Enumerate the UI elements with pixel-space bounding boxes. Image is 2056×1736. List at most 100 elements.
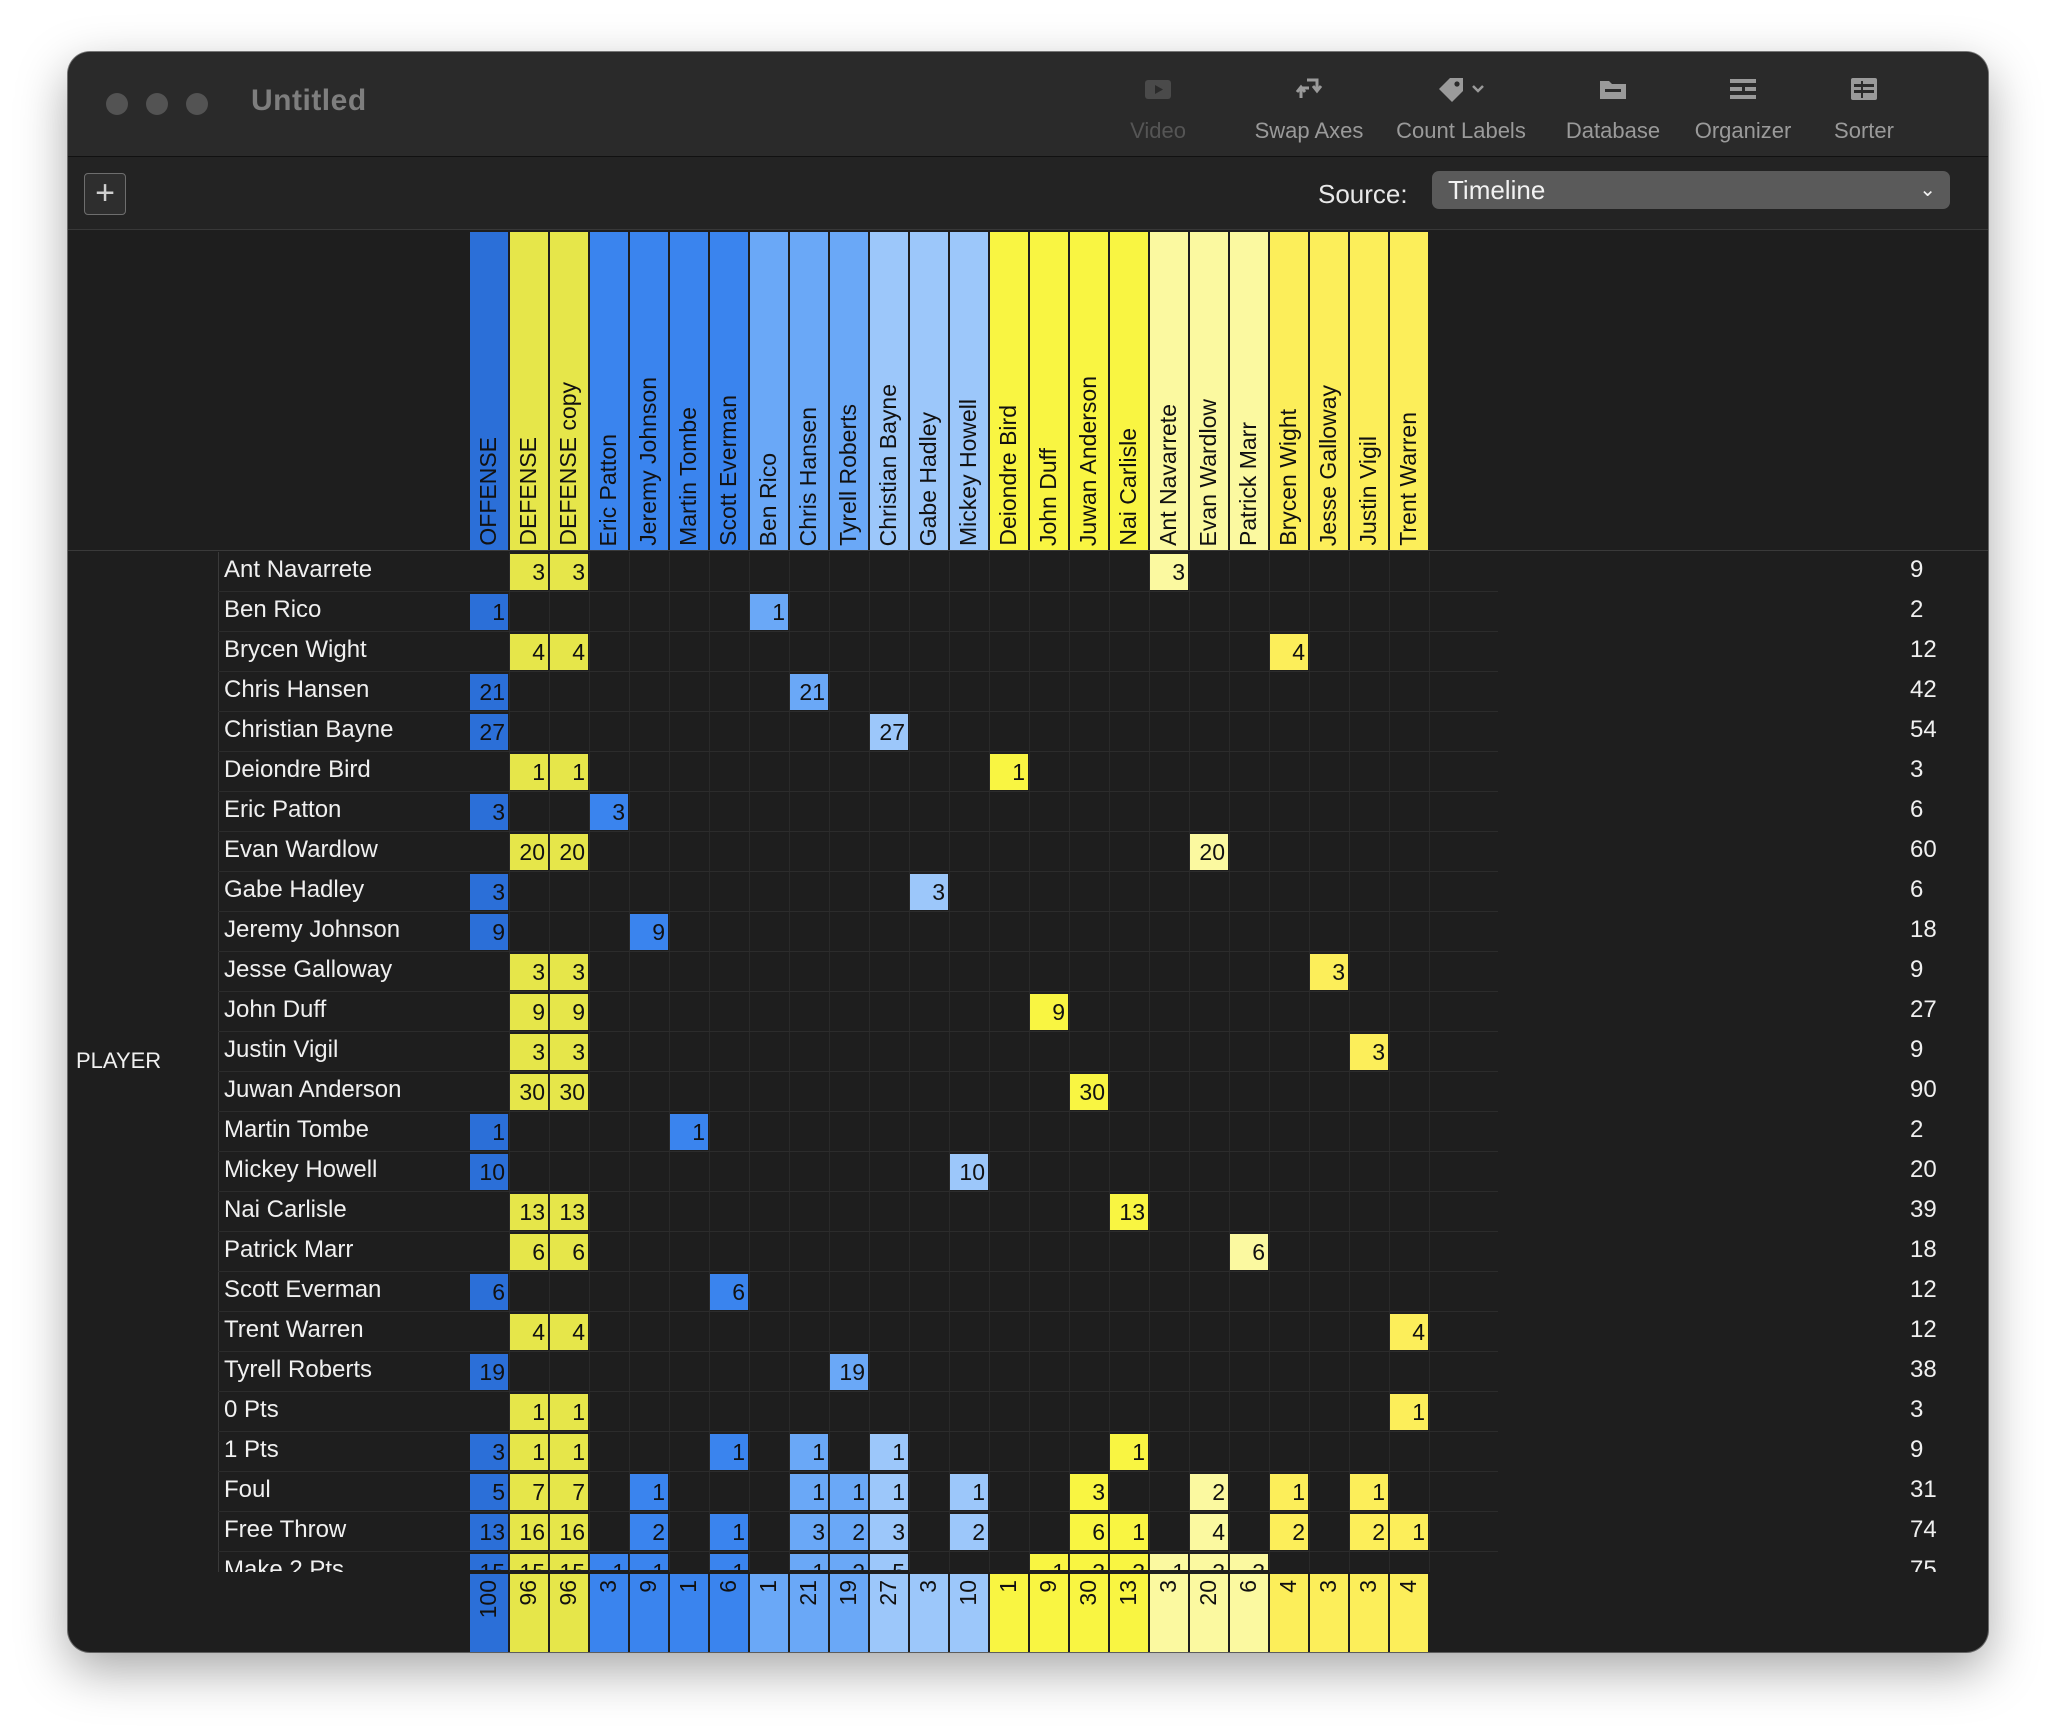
matrix-cell[interactable]: 21 bbox=[470, 674, 508, 710]
column-header-brycen-wight[interactable]: Brycen Wight bbox=[1270, 232, 1308, 550]
matrix-cell[interactable]: 1 bbox=[790, 1554, 828, 1570]
swap-axes-button[interactable]: Swap Axes bbox=[1234, 74, 1384, 144]
column-header-evan-wardlow[interactable]: Evan Wardlow bbox=[1190, 232, 1228, 550]
matrix-cell[interactable]: 13 bbox=[510, 1194, 548, 1230]
matrix-cell[interactable]: 6 bbox=[550, 1234, 588, 1270]
column-header-deiondre-bird[interactable]: Deiondre Bird bbox=[990, 232, 1028, 550]
matrix-cell[interactable]: 5 bbox=[470, 1474, 508, 1510]
row-label[interactable]: Jeremy Johnson bbox=[224, 916, 400, 944]
matrix-cell[interactable]: 1 bbox=[870, 1434, 908, 1470]
matrix-cell[interactable]: 1 bbox=[550, 1394, 588, 1430]
matrix-cell[interactable]: 3 bbox=[550, 554, 588, 590]
row-label[interactable]: 0 Pts bbox=[224, 1396, 279, 1424]
matrix-cell[interactable]: 7 bbox=[510, 1474, 548, 1510]
matrix-cell[interactable]: 4 bbox=[1270, 634, 1308, 670]
matrix-cell[interactable]: 6 bbox=[510, 1234, 548, 1270]
matrix-cell[interactable]: 3 bbox=[1110, 1554, 1148, 1570]
matrix-cell[interactable]: 2 bbox=[1270, 1514, 1308, 1550]
row-label[interactable]: Jesse Galloway bbox=[224, 956, 392, 984]
matrix-cell[interactable]: 3 bbox=[1070, 1554, 1108, 1570]
column-header-christian-bayne[interactable]: Christian Bayne bbox=[870, 232, 908, 550]
source-select[interactable]: Timeline ⌄ bbox=[1432, 171, 1950, 209]
matrix-cell[interactable]: 7 bbox=[550, 1474, 588, 1510]
matrix-cell[interactable]: 1 bbox=[710, 1434, 748, 1470]
matrix-cell[interactable]: 3 bbox=[910, 874, 948, 910]
matrix-cell[interactable]: 1 bbox=[550, 754, 588, 790]
column-header-defense[interactable]: DEFENSE bbox=[510, 232, 548, 550]
matrix-cell[interactable]: 20 bbox=[550, 834, 588, 870]
row-label[interactable]: Ant Navarrete bbox=[224, 556, 372, 584]
matrix-cell[interactable]: 13 bbox=[1110, 1194, 1148, 1230]
matrix-cell[interactable]: 2 bbox=[830, 1554, 868, 1570]
row-label[interactable]: Scott Everman bbox=[224, 1276, 381, 1304]
matrix-cell[interactable]: 1 bbox=[510, 1394, 548, 1430]
row-label[interactable]: Evan Wardlow bbox=[224, 836, 378, 864]
matrix-cell[interactable]: 1 bbox=[790, 1474, 828, 1510]
matrix-cell[interactable]: 3 bbox=[1070, 1474, 1108, 1510]
matrix-cell[interactable]: 1 bbox=[1390, 1394, 1428, 1430]
matrix-cell[interactable]: 19 bbox=[830, 1354, 868, 1390]
matrix-cell[interactable]: 9 bbox=[630, 914, 668, 950]
row-label[interactable]: Free Throw bbox=[224, 1516, 346, 1544]
column-header-eric-patton[interactable]: Eric Patton bbox=[590, 232, 628, 550]
row-label[interactable]: Nai Carlisle bbox=[224, 1196, 347, 1224]
matrix-cell[interactable]: 1 bbox=[1350, 1474, 1388, 1510]
matrix-cell[interactable]: 3 bbox=[1190, 1554, 1228, 1570]
matrix-cell[interactable]: 5 bbox=[870, 1554, 908, 1570]
column-header-juwan-anderson[interactable]: Juwan Anderson bbox=[1070, 232, 1108, 550]
matrix-cell[interactable]: 16 bbox=[550, 1514, 588, 1550]
matrix-cell[interactable]: 3 bbox=[550, 1034, 588, 1070]
matrix-cell[interactable]: 27 bbox=[470, 714, 508, 750]
sorter-button[interactable]: Sorter bbox=[1789, 74, 1939, 144]
row-label[interactable]: Justin Vigil bbox=[224, 1036, 338, 1064]
row-label[interactable]: Christian Bayne bbox=[224, 716, 393, 744]
matrix-cell[interactable]: 4 bbox=[1390, 1314, 1428, 1350]
column-header-martin-tombe[interactable]: Martin Tombe bbox=[670, 232, 708, 550]
matrix-cell[interactable]: 3 bbox=[470, 1434, 508, 1470]
matrix-cell[interactable]: 3 bbox=[1150, 554, 1188, 590]
column-header-chris-hansen[interactable]: Chris Hansen bbox=[790, 232, 828, 550]
row-label[interactable]: Ben Rico bbox=[224, 596, 321, 624]
matrix-cell[interactable]: 1 bbox=[1030, 1554, 1068, 1570]
column-header-trent-warren[interactable]: Trent Warren bbox=[1390, 232, 1428, 550]
row-label[interactable]: Foul bbox=[224, 1476, 271, 1504]
matrix-cell[interactable]: 30 bbox=[550, 1074, 588, 1110]
column-header-jeremy-johnson[interactable]: Jeremy Johnson bbox=[630, 232, 668, 550]
matrix-cell[interactable]: 10 bbox=[470, 1154, 508, 1190]
row-label[interactable]: Tyrell Roberts bbox=[224, 1356, 372, 1384]
matrix-cell[interactable]: 3 bbox=[510, 554, 548, 590]
matrix-cell[interactable]: 9 bbox=[510, 994, 548, 1030]
matrix-cell[interactable]: 3 bbox=[1350, 1034, 1388, 1070]
matrix-cell[interactable]: 1 bbox=[510, 754, 548, 790]
matrix-cell[interactable]: 1 bbox=[750, 594, 788, 630]
matrix-cell[interactable]: 1 bbox=[670, 1114, 708, 1150]
row-label[interactable]: Juwan Anderson bbox=[224, 1076, 401, 1104]
matrix-cell[interactable]: 16 bbox=[510, 1514, 548, 1550]
row-label[interactable]: Martin Tombe bbox=[224, 1116, 369, 1144]
matrix-cell[interactable]: 3 bbox=[510, 954, 548, 990]
matrix-cell[interactable]: 4 bbox=[510, 634, 548, 670]
matrix-cell[interactable]: 4 bbox=[510, 1314, 548, 1350]
column-header-ben-rico[interactable]: Ben Rico bbox=[750, 232, 788, 550]
matrix-cell[interactable]: 3 bbox=[870, 1514, 908, 1550]
row-label[interactable]: John Duff bbox=[224, 996, 326, 1024]
row-label[interactable]: Patrick Marr bbox=[224, 1236, 353, 1264]
video-button[interactable]: Video bbox=[1083, 74, 1233, 144]
matrix-cell[interactable]: 2 bbox=[1190, 1474, 1228, 1510]
matrix-cell[interactable]: 15 bbox=[510, 1554, 548, 1570]
matrix-cell[interactable]: 2 bbox=[950, 1514, 988, 1550]
matrix-cell[interactable]: 1 bbox=[1270, 1474, 1308, 1510]
matrix-cell[interactable]: 1 bbox=[870, 1474, 908, 1510]
matrix-cell[interactable]: 10 bbox=[950, 1154, 988, 1190]
matrix-cell[interactable]: 9 bbox=[470, 914, 508, 950]
matrix-cell[interactable]: 1 bbox=[710, 1514, 748, 1550]
matrix-cell[interactable]: 21 bbox=[790, 674, 828, 710]
matrix-cell[interactable]: 1 bbox=[590, 1554, 628, 1570]
matrix-cell[interactable]: 1 bbox=[510, 1434, 548, 1470]
row-label[interactable]: Make 2 Pts bbox=[224, 1556, 344, 1572]
matrix-cell[interactable]: 1 bbox=[950, 1474, 988, 1510]
row-label[interactable]: Brycen Wight bbox=[224, 636, 367, 664]
matrix-cell[interactable]: 1 bbox=[790, 1434, 828, 1470]
matrix-cell[interactable]: 15 bbox=[470, 1554, 508, 1570]
matrix-cell[interactable]: 1 bbox=[1110, 1514, 1148, 1550]
